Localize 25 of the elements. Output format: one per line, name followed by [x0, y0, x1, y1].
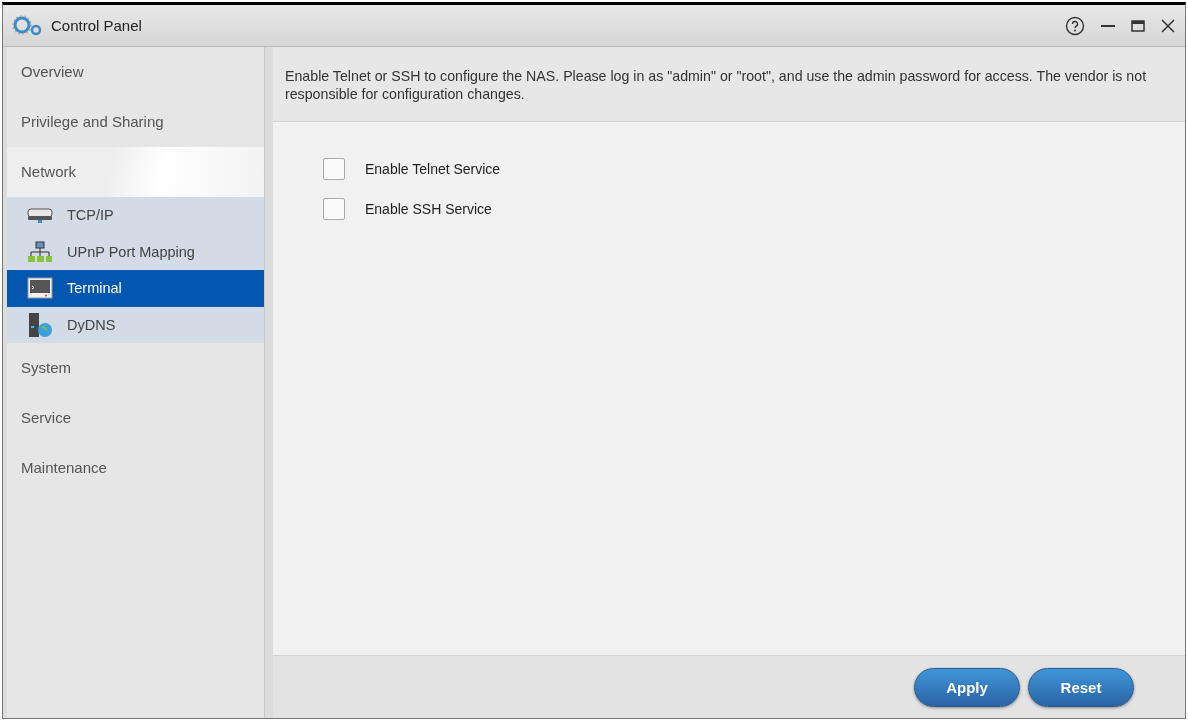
sidebar-item[interactable]: Privilege and Sharing: [7, 97, 264, 147]
window-title: Control Panel: [51, 17, 142, 34]
sidebar-subitem[interactable]: Terminal: [7, 270, 264, 307]
sidebar-subitem[interactable]: DyDNS: [7, 306, 264, 343]
sidebar-subitem[interactable]: TCP/IP: [7, 197, 264, 234]
close-icon[interactable]: [1161, 18, 1175, 33]
sidebar-item[interactable]: Maintenance: [7, 443, 264, 493]
apply-button[interactable]: Apply: [914, 667, 1020, 707]
checkbox[interactable]: [323, 198, 345, 220]
info-text: Enable Telnet or SSH to configure the NAS. Please log in as "admin" or "root", and use the admin password for access. The vendor is not responsible for configuration changes.: [285, 68, 1147, 102]
sidebar-item[interactable]: Network: [7, 147, 264, 197]
reset-button[interactable]: Reset: [1028, 667, 1134, 707]
checkbox[interactable]: [323, 158, 345, 180]
checkbox-label: Enable SSH Service: [365, 201, 492, 217]
help-icon[interactable]: [1065, 15, 1085, 36]
sidebar-item[interactable]: Service: [7, 393, 264, 443]
server-globe-icon: [27, 311, 53, 338]
sidebar-item[interactable]: Overview: [7, 47, 264, 97]
sidebar-subitem[interactable]: UPnP Port Mapping: [7, 233, 264, 270]
sidebar-item[interactable]: System: [7, 343, 264, 393]
monitor-icon: [27, 277, 53, 300]
router-icon: [27, 207, 53, 224]
maximize-icon[interactable]: [1131, 19, 1145, 32]
network-icon: [27, 240, 53, 263]
checkbox-label: Enable Telnet Service: [365, 161, 501, 177]
